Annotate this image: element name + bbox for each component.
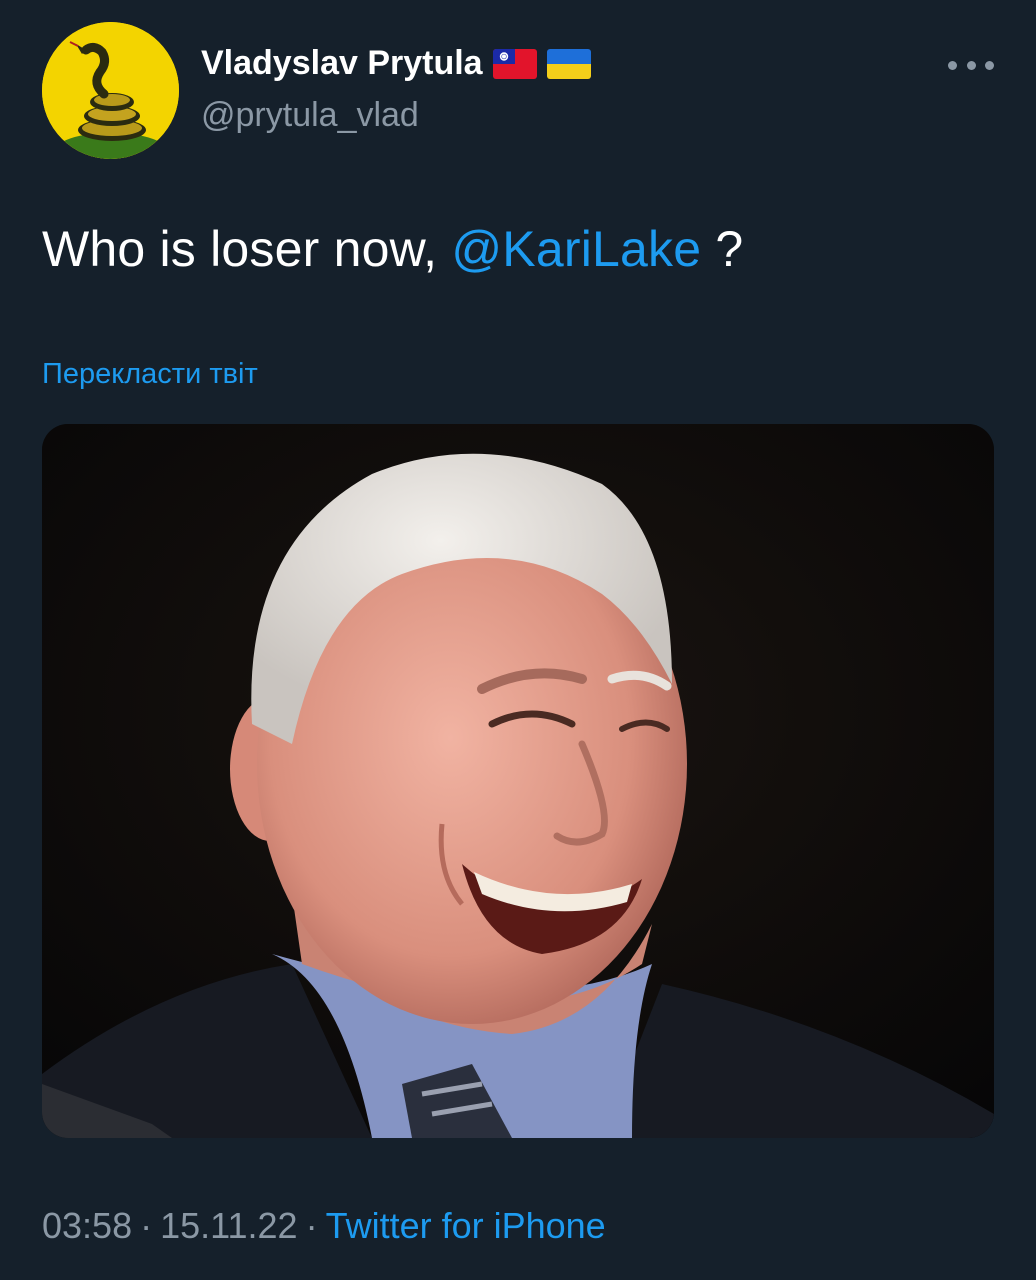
tweet-card: Vladyslav Prytula @prytula_vlad Who is l… bbox=[0, 0, 1036, 1280]
tweet-date[interactable]: 15.11.22 bbox=[160, 1205, 297, 1246]
separator: · bbox=[305, 1205, 318, 1246]
tweet-time[interactable]: 03:58 bbox=[42, 1205, 132, 1246]
more-options-icon[interactable] bbox=[948, 50, 994, 80]
dot bbox=[985, 60, 994, 70]
display-name-text: Vladyslav Prytula bbox=[201, 44, 483, 82]
gadsden-snake-icon bbox=[42, 22, 179, 159]
ukraine-flag-icon bbox=[546, 48, 591, 79]
photo-laughing-man bbox=[42, 424, 994, 1138]
mention-link[interactable]: @KariLake bbox=[451, 221, 701, 277]
separator: · bbox=[140, 1205, 153, 1246]
tweet-text-before: Who is loser now, bbox=[42, 221, 452, 277]
tweet-photo[interactable] bbox=[42, 424, 994, 1138]
translate-tweet-link[interactable]: Перекласти твіт bbox=[42, 358, 258, 391]
dot bbox=[966, 60, 976, 70]
tweet-source-link[interactable]: Twitter for iPhone bbox=[326, 1205, 606, 1246]
tweet-metadata: 03:58 · 15.11.22 · Twitter for iPhone bbox=[42, 1205, 606, 1247]
author-handle[interactable]: @prytula_vlad bbox=[201, 96, 419, 135]
tweet-text: Who is loser now, @KariLake ? bbox=[42, 220, 743, 278]
author-display-name[interactable]: Vladyslav Prytula bbox=[201, 44, 591, 83]
tweet-text-after: ? bbox=[701, 221, 744, 277]
avatar[interactable] bbox=[42, 22, 179, 159]
dot bbox=[948, 60, 957, 70]
taiwan-flag-icon bbox=[492, 48, 537, 79]
